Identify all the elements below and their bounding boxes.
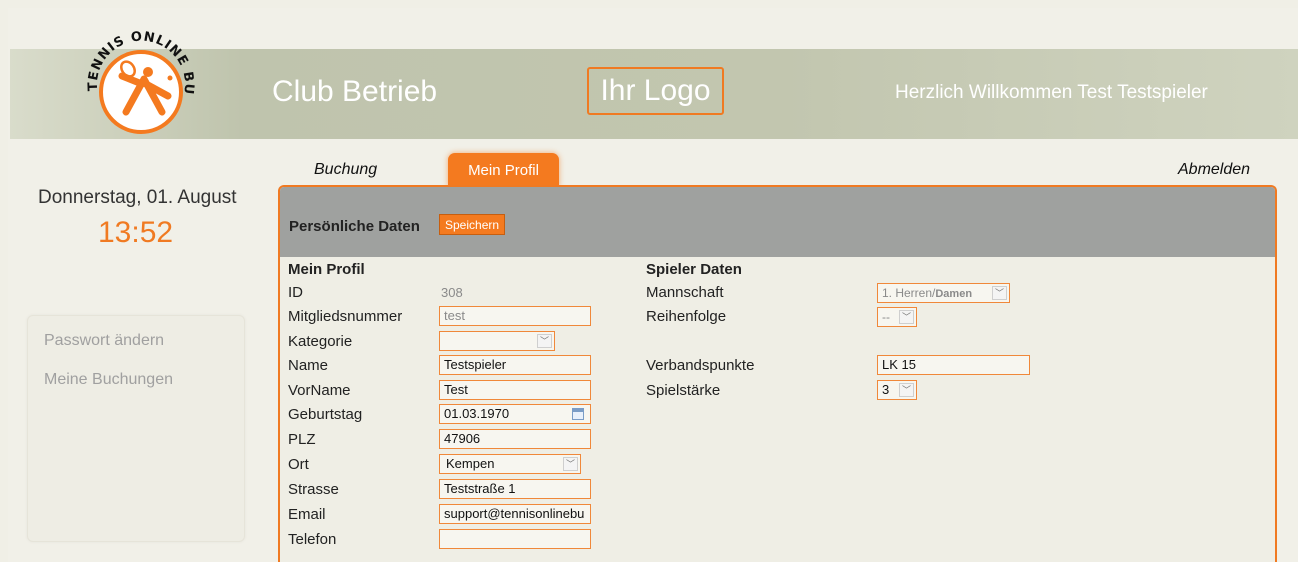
save-button[interactable]: Speichern (439, 214, 506, 235)
welcome-message: Herzlich Willkommen Test Testspieler (895, 82, 1208, 103)
reihenfolge-label: Reihenfolge (646, 308, 727, 325)
chevron-down-icon: ﹀ (992, 286, 1007, 300)
tab-mein-profil[interactable]: Mein Profil (448, 153, 559, 187)
id-label: ID (288, 284, 303, 301)
mannschaft-select[interactable]: 1. Herren/Damen ﹀ (877, 283, 1010, 303)
sidebar-menu: Passwort ändern Meine Buchungen (27, 315, 245, 542)
telefon-field[interactable] (439, 529, 591, 549)
name-label: Name (288, 357, 329, 374)
mitgliedsnummer-label: Mitgliedsnummer (288, 308, 403, 325)
spieler-section-title: Spieler Daten (646, 261, 742, 278)
header-title: Club Betrieb (272, 75, 438, 108)
mannschaft-value: 1. Herren/ (882, 286, 936, 300)
chevron-down-icon: ﹀ (899, 383, 914, 397)
logout-link[interactable]: Abmelden (1178, 161, 1250, 179)
mannschaft-value-damen: Damen (935, 288, 973, 300)
verbandspunkte-field[interactable]: LK 15 (877, 355, 1030, 375)
panel-title: Persönliche Daten (289, 218, 420, 235)
club-logo-placeholder: Ihr Logo (587, 67, 724, 115)
plz-label: PLZ (288, 431, 316, 448)
telefon-label: Telefon (288, 531, 337, 548)
tab-buchung[interactable]: Buchung (314, 161, 377, 179)
panel-header: Persönliche Daten Speichern (280, 187, 1275, 257)
current-date: Donnerstag, 01. August (38, 187, 237, 208)
profile-panel: Persönliche Daten Speichern Mein Profil … (278, 185, 1277, 562)
id-value: 308 (441, 285, 463, 300)
reihenfolge-select[interactable]: -- ﹀ (877, 307, 917, 327)
verbandspunkte-label: Verbandspunkte (646, 357, 755, 374)
email-label: Email (288, 506, 326, 523)
ort-label: Ort (288, 456, 309, 473)
strasse-field[interactable]: Teststraße 1 (439, 479, 591, 499)
strasse-label: Strasse (288, 481, 339, 498)
calendar-icon[interactable] (572, 408, 584, 420)
spielstaerke-label: Spielstärke (646, 382, 721, 399)
mitgliedsnummer-field[interactable]: test (439, 306, 591, 326)
spielstaerke-value: 3 (882, 382, 890, 397)
vorname-field[interactable]: Test (439, 380, 591, 400)
spielstaerke-select[interactable]: 3 ﹀ (877, 380, 917, 400)
sidebar-item-my-bookings[interactable]: Meine Buchungen (44, 371, 173, 389)
kategorie-select[interactable]: ﹀ (439, 331, 555, 351)
ort-select[interactable]: Kempen ﹀ (439, 454, 581, 474)
name-field[interactable]: Testspieler (439, 355, 591, 375)
chevron-down-icon: ﹀ (563, 457, 578, 471)
profile-section-title: Mein Profil (288, 261, 365, 278)
ort-value: Kempen (446, 456, 495, 471)
geburtstag-value: 01.03.1970 (444, 406, 510, 421)
email-field[interactable]: support@tennisonlinebu (439, 504, 591, 524)
kategorie-label: Kategorie (288, 333, 353, 350)
current-time: 13:52 (98, 216, 174, 249)
mannschaft-label: Mannschaft (646, 284, 724, 301)
chevron-down-icon: ﹀ (899, 310, 914, 324)
geburtstag-label: Geburtstag (288, 406, 363, 423)
geburtstag-field[interactable]: 01.03.1970 (439, 404, 591, 424)
vorname-label: VorName (288, 382, 351, 399)
sidebar-item-change-password[interactable]: Passwort ändern (44, 332, 164, 350)
plz-field[interactable]: 47906 (439, 429, 591, 449)
chevron-down-icon: ﹀ (537, 334, 552, 348)
tennis-logo-icon: TENNIS ONLINE BUCHEN (76, 24, 206, 144)
reihenfolge-value: -- (882, 310, 890, 324)
